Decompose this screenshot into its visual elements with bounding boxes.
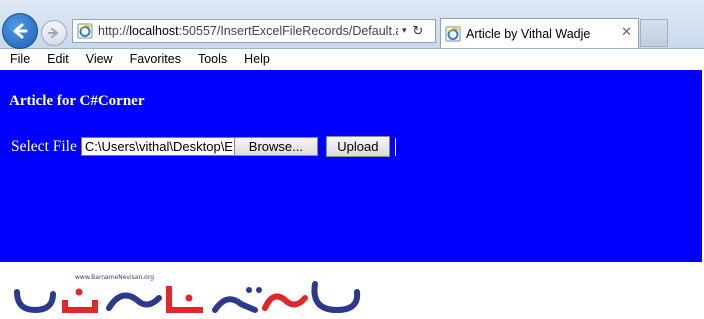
forward-arrow-icon — [48, 28, 58, 38]
menu-file[interactable]: File — [0, 52, 37, 66]
menu-tools[interactable]: Tools — [188, 52, 234, 66]
url-host: localhost — [129, 24, 179, 38]
browser-chrome: http://localhost:50557/InsertExcelFileRe… — [0, 0, 704, 49]
file-upload-row: Select File C:\Users\vithal\Desktop\E Br… — [11, 136, 396, 157]
page-content: Article for C#Corner Select File C:\User… — [0, 70, 702, 262]
upload-button[interactable]: Upload — [325, 136, 390, 157]
tab-title: Article by Vithal Wadje — [466, 26, 591, 41]
refresh-icon[interactable]: ↻ — [413, 24, 424, 39]
ie-page-icon — [77, 23, 93, 39]
ie-page-icon — [445, 26, 461, 41]
browse-button[interactable]: Browse... — [233, 137, 318, 156]
close-icon[interactable]: ✕ — [621, 25, 632, 40]
page-title: Article for C#Corner — [9, 93, 145, 109]
tab-article[interactable]: Article by Vithal Wadje ✕ — [440, 18, 639, 48]
url-prefix: http:// — [98, 24, 130, 38]
url-rest: :50557/InsertExcelFileRecords/Default.as… — [178, 24, 398, 38]
address-bar[interactable]: http://localhost:50557/InsertExcelFileRe… — [72, 19, 436, 43]
new-tab-button[interactable] — [640, 19, 668, 47]
text-caret — [394, 137, 396, 156]
barnamenevisan-logo: www.BarnameNevisan.org — [14, 274, 361, 314]
url-text[interactable]: http://localhost:50557/InsertExcelFileRe… — [98, 24, 398, 38]
back-button[interactable] — [2, 13, 38, 49]
file-path-input[interactable]: C:\Users\vithal\Desktop\E — [80, 137, 235, 156]
forward-button[interactable] — [41, 20, 67, 46]
menu-favorites[interactable]: Favorites — [120, 52, 188, 66]
logo-url-text: www.BarnameNevisan.org — [75, 274, 154, 281]
menu-edit[interactable]: Edit — [37, 52, 76, 66]
address-dropdown-icon[interactable]: ▾ — [402, 26, 407, 36]
menu-bar: File Edit View Favorites Tools Help — [0, 49, 704, 69]
select-file-label: Select File — [11, 137, 77, 155]
back-arrow-icon — [13, 23, 28, 39]
menu-view[interactable]: View — [76, 52, 120, 66]
menu-help[interactable]: Help — [234, 52, 277, 66]
